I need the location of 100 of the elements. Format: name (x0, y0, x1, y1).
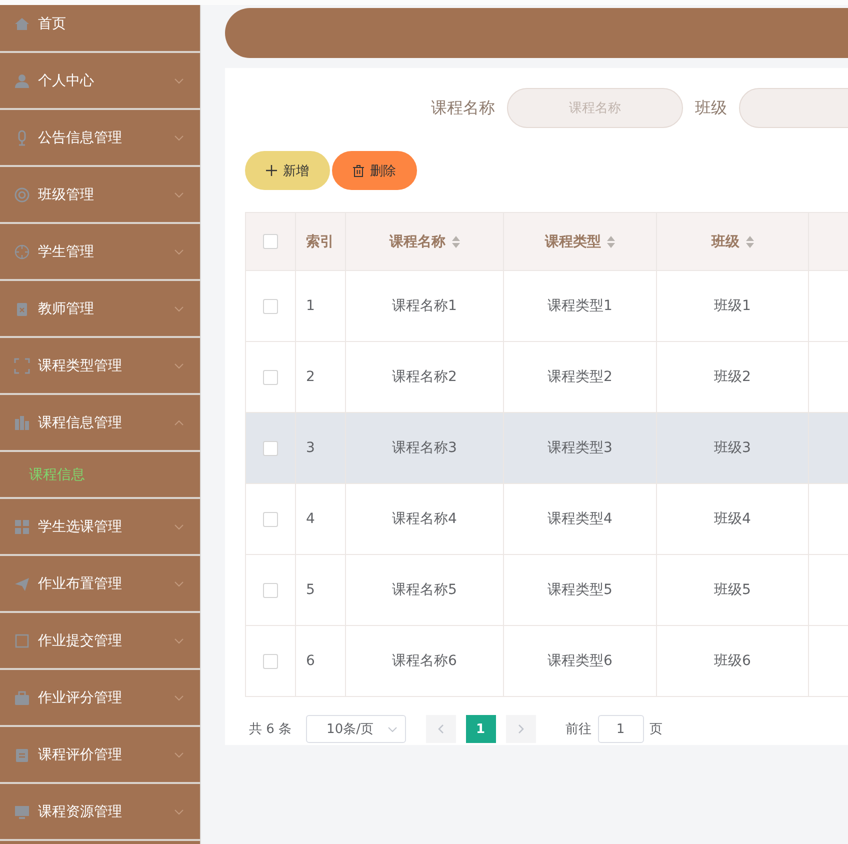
sidebar-item[interactable]: 首页 (0, 0, 200, 53)
table-row[interactable]: 1 课程名称1 课程类型1 班级1 (246, 270, 848, 342)
checkbox[interactable] (263, 654, 278, 669)
chevron-left-icon (438, 724, 444, 734)
checkbox[interactable] (263, 370, 278, 385)
checkbox[interactable] (263, 582, 278, 598)
chevron-icon (174, 78, 184, 84)
chevron-icon (174, 524, 184, 530)
previous-page-button[interactable] (426, 715, 456, 743)
paper-plane-icon (14, 576, 30, 592)
chevron-right-icon (518, 724, 524, 734)
table-cell: 班级1 (714, 298, 751, 314)
table-cell: 课程类型6 (548, 653, 612, 669)
table-cell: 课程名称5 (392, 582, 457, 598)
table-cell: 课程名称6 (392, 653, 457, 669)
table-cell: 1 (306, 298, 315, 314)
table-row[interactable]: 3 课程名称3 课程类型3 班级3 (246, 412, 848, 484)
sidebar-item[interactable]: 学生管理 (0, 224, 200, 281)
table-cell: 课程名称1 (392, 298, 457, 314)
square-icon (14, 632, 30, 648)
document-icon (14, 746, 30, 762)
table-cell: 班级5 (714, 582, 751, 598)
chevron-icon (174, 134, 184, 140)
plus-icon (266, 165, 277, 176)
sort-icon[interactable] (746, 236, 754, 248)
table-cell: 班级6 (714, 653, 751, 669)
bar-chart-icon (14, 414, 30, 430)
chevron-icon (174, 420, 184, 426)
table-cell: 课程名称3 (392, 440, 457, 456)
column-header: 班级 (712, 232, 740, 250)
table-cell: 课程类型5 (548, 582, 612, 598)
sidebar-item[interactable]: 班级管理 (0, 167, 200, 224)
checkbox[interactable] (263, 440, 278, 456)
table-cell: 班级2 (714, 369, 751, 385)
goto-label: 前往 (566, 721, 592, 738)
checkbox[interactable] (263, 234, 278, 250)
chevron-icon (174, 752, 184, 758)
sidebar-item[interactable]: 课程类型管理 (0, 338, 200, 395)
sidebar-item[interactable]: 课程资源管理 (0, 784, 200, 841)
next-page-button[interactable] (506, 715, 536, 743)
briefcase-icon (14, 690, 30, 706)
sort-icon[interactable] (607, 236, 615, 248)
chevron-icon (174, 192, 184, 198)
table-cell: 班级3 (714, 440, 751, 456)
checkbox[interactable] (263, 512, 278, 527)
column-header: 课程类型 (545, 232, 601, 250)
crosshair-icon (14, 244, 30, 260)
chevron-icon (174, 248, 184, 254)
sort-icon[interactable] (452, 236, 460, 248)
sidebar-item[interactable]: 学生选课管理 (0, 499, 200, 556)
checkbox[interactable] (263, 298, 278, 314)
table-cell: 2 (306, 369, 315, 385)
search-field[interactable]: 课程名称 (507, 88, 683, 128)
table-cell: 6 (306, 653, 315, 669)
page-suffix: 页 (650, 721, 663, 738)
sidebar-item[interactable]: 教师管理 (0, 281, 200, 338)
sidebar-item[interactable]: 个人中心 (0, 53, 200, 110)
table-cell: 课程类型3 (548, 440, 612, 456)
page-input[interactable]: 1 (598, 715, 644, 743)
add-button[interactable]: 新增 (245, 151, 330, 190)
grid-icon (14, 518, 30, 534)
total-count: 共 6 条 (249, 721, 292, 738)
home-icon (14, 16, 30, 32)
clipboard-icon (14, 300, 30, 316)
chevron-icon (174, 808, 184, 814)
table-row[interactable]: 2 课程名称2 课程类型2 班级2 (246, 342, 848, 412)
sidebar-item[interactable]: 课程评价管理 (0, 727, 200, 784)
field-label: 课程名称 (431, 98, 495, 118)
user-icon (14, 72, 30, 88)
table-row[interactable]: 6 课程名称6 课程类型6 班级6 (246, 626, 848, 696)
ring-icon (14, 186, 30, 202)
sidebar-item[interactable]: 课程信息管理 (0, 395, 200, 452)
table-cell: 课程类型4 (548, 511, 612, 527)
table-row[interactable]: 4 课程名称4 课程类型4 班级4 (246, 484, 848, 554)
delete-button[interactable]: 删除 (332, 151, 417, 190)
chevron-icon (174, 306, 184, 312)
page-size-select[interactable]: 10条/页 (306, 715, 406, 743)
chevron-icon (174, 362, 184, 368)
chevron-icon (174, 638, 184, 644)
field-label: 班级 (695, 98, 727, 118)
sidebar-item[interactable]: 作业提交管理 (0, 613, 200, 670)
page-button[interactable]: 1 (466, 715, 496, 743)
table-cell: 课程类型1 (548, 298, 612, 314)
submenu-item[interactable]: 课程信息 (29, 466, 85, 484)
sidebar-item[interactable]: 作业评分管理 (0, 670, 200, 727)
frame-icon (14, 358, 30, 374)
table-cell: 课程名称4 (392, 511, 457, 527)
chevron-icon (174, 580, 184, 586)
chevron-icon (174, 694, 184, 700)
table-cell: 3 (306, 440, 315, 456)
trash-icon (353, 164, 364, 176)
table-row[interactable]: 5 课程名称5 课程类型5 班级5 (246, 554, 848, 626)
table-cell: 5 (306, 582, 315, 598)
monitor-icon (14, 804, 30, 820)
sidebar-item[interactable]: 公告信息管理 (0, 110, 200, 167)
table-cell: 课程类型2 (548, 369, 612, 385)
column-header: 课程名称 (390, 232, 446, 250)
sidebar-item[interactable]: 作业布置管理 (0, 556, 200, 613)
chevron-icon (388, 726, 397, 732)
table-cell: 班级4 (714, 511, 751, 527)
